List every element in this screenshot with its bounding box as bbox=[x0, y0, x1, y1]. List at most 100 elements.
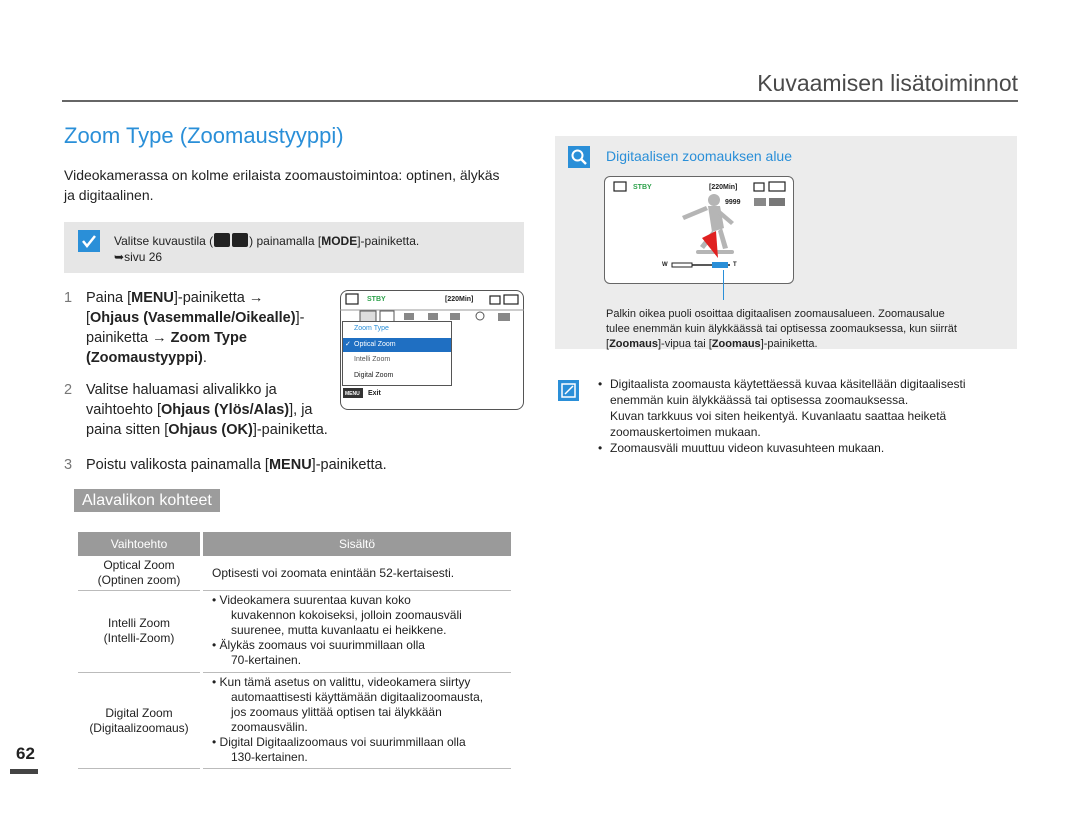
note-item: Zoomausväli muuttuu videon kuvasuhteen m… bbox=[598, 440, 1018, 456]
text: ], ja bbox=[289, 402, 313, 418]
option-name: Digital Zoom bbox=[105, 706, 173, 720]
content-line: • Kun tämä asetus on valittu, videokamer… bbox=[212, 675, 471, 689]
submenu-item-digital-zoom[interactable]: Digital Zoom bbox=[343, 369, 451, 383]
text: vaihtoehto [ bbox=[86, 402, 161, 418]
text: ]-painiketta → bbox=[173, 290, 264, 306]
chapter-title: Kuvaamisen lisätoiminnot bbox=[757, 70, 1018, 96]
table-header-option: Vaihtoehto bbox=[78, 532, 200, 556]
mode-button-label: MODE bbox=[321, 234, 358, 248]
memo-icon bbox=[558, 380, 579, 401]
page-number-bar bbox=[10, 769, 38, 774]
submenu-item-optical-zoom[interactable]: ✓ Optical Zoom bbox=[343, 338, 451, 352]
callout-line bbox=[723, 270, 724, 300]
notes-list: Digitaalista zoomausta käytettäessä kuva… bbox=[598, 376, 1018, 456]
caption-line-2: tulee enemmän kuin älykkäässä tai optise… bbox=[606, 322, 1006, 352]
step-2-line-1: Valitse haluamasi alivalikko ja bbox=[86, 382, 277, 398]
text: paina sitten [ bbox=[86, 422, 169, 438]
content-line: kuvakennon kokoiseksi, jolloin zoomausvä… bbox=[231, 608, 462, 622]
zoom-type-fi-label: (Zoomaustyyppi) bbox=[86, 350, 203, 366]
content-line: jos zoomaus ylittää optisen tai älykkään bbox=[231, 705, 442, 719]
remaining-time: [220Min] bbox=[445, 296, 474, 303]
page-reference: sivu 26 bbox=[124, 250, 163, 264]
zoom-wide-label: W bbox=[662, 262, 668, 268]
photo-mode-icon bbox=[232, 233, 249, 247]
checkbox-icon bbox=[78, 230, 100, 252]
step-3: 3 Poistu valikosta painamalla [MENU]-pai… bbox=[64, 455, 464, 475]
text: Paina [ bbox=[86, 290, 132, 306]
table-divider bbox=[78, 768, 511, 769]
step-1-line-1: Paina [MENU]-painiketta → bbox=[86, 288, 263, 308]
step-2: 2 Valitse haluamasi alivalikko ja vaihto… bbox=[64, 380, 364, 440]
table-row-content: • Kun tämä asetus on valittu, videokamer… bbox=[212, 675, 510, 765]
text: ]-painiketta. bbox=[760, 338, 818, 350]
standby-status: STBY bbox=[367, 296, 386, 303]
page-ref-arrow-icon: ➥ bbox=[114, 250, 125, 264]
lcd-preview: STBY [220Min] 9999 W T bbox=[604, 176, 794, 284]
text: ]-painiketta. bbox=[311, 457, 387, 473]
text: ]- bbox=[295, 310, 305, 326]
text: . bbox=[202, 350, 207, 366]
control-label: Ohjaus (Vasemmalle/Oikealle) bbox=[90, 310, 296, 326]
table-row-option: Optical Zoom (Optinen zoom) bbox=[78, 558, 200, 588]
submenu-item-intelli-zoom[interactable]: Intelli Zoom bbox=[343, 353, 451, 367]
content-line: zoomausvälin. bbox=[231, 720, 308, 734]
table-divider bbox=[78, 672, 511, 673]
content-line: 70-kertainen. bbox=[231, 653, 302, 667]
step-number: 2 bbox=[64, 382, 73, 398]
text: painiketta → bbox=[86, 330, 171, 346]
step-1-line-4: (Zoomaustyyppi). bbox=[86, 348, 207, 368]
video-mode-icon bbox=[214, 233, 231, 247]
note-suffix: ]-painiketta. bbox=[357, 234, 420, 248]
selected-check-icon: ✓ bbox=[345, 341, 351, 348]
content-line: 130-kertainen. bbox=[231, 750, 308, 764]
magnifier-icon bbox=[568, 146, 590, 168]
content-line: • Älykäs zoomaus voi suurimmillaan olla bbox=[212, 638, 425, 652]
option-name: Optical Zoom bbox=[103, 558, 175, 572]
content-line: suurenee, mutta kuvanlaatu ei heikkene. bbox=[231, 623, 447, 637]
exit-label: Exit bbox=[368, 390, 381, 397]
subsection-title: Alavalikon kohteet bbox=[74, 489, 220, 512]
standby-status: STBY bbox=[633, 184, 652, 191]
table-divider bbox=[78, 590, 511, 591]
menu-label: MENU bbox=[131, 290, 174, 306]
zoom-type-label: Zoom Type bbox=[170, 330, 247, 346]
zoom-lever-label: Zoomaus bbox=[609, 338, 658, 350]
note-mid: ) painamalla [ bbox=[249, 234, 322, 248]
note-item: Digitaalista zoomausta käytettäessä kuva… bbox=[598, 376, 1018, 408]
step-1-line-3: painiketta → Zoom Type bbox=[86, 328, 247, 348]
option-name-fi: (Optinen zoom) bbox=[97, 573, 181, 587]
step-3-line-1: Poistu valikosta painamalla [MENU]-paini… bbox=[86, 455, 387, 475]
zoom-type-submenu: Zoom Type ✓ Optical Zoom Intelli Zoom Dig… bbox=[342, 321, 452, 386]
caption-line-1: Palkin oikea puoli osoittaa digitaalisen… bbox=[606, 308, 945, 320]
page-number: 62 bbox=[16, 744, 35, 763]
table-row-content: • Videokamera suurentaa kuvan koko kuvak… bbox=[212, 593, 510, 668]
step-1-line-2: [Ohjaus (Vasemmalle/Oikealle)]- bbox=[86, 308, 304, 328]
note-item: Kuvan tarkkuus voi siten heikentyä. Kuva… bbox=[610, 409, 947, 439]
menu-button-icon: MENU bbox=[345, 391, 360, 397]
table-row-content: Optisesti voi zoomata enintään 52-kertai… bbox=[212, 566, 455, 580]
control-label: Ohjaus (OK) bbox=[168, 422, 253, 438]
prerequisite-note: Valitse kuvaustila ( ) painamalla [MODE]-… bbox=[114, 233, 514, 265]
step-number: 1 bbox=[64, 290, 73, 306]
intro-text: Videokamerassa on kolme erilaista zoomau… bbox=[64, 167, 500, 203]
step-1: 1 Paina [MENU]-painiketta → [Ohjaus (Vas… bbox=[64, 288, 344, 368]
menu-label: MENU bbox=[268, 457, 312, 473]
step-2-line-2: vaihtoehto [Ohjaus (Ylös/Alas)], ja bbox=[86, 400, 312, 420]
text: ]-vipua tai [ bbox=[657, 338, 712, 350]
note-prefix: Valitse kuvaustila ( bbox=[114, 234, 214, 248]
panel-caption: Palkin oikea puoli osoittaa digitaalisen… bbox=[606, 307, 1006, 352]
submenu-title: Zoom Type bbox=[354, 325, 389, 332]
section-title: Zoom Type (Zoomaustyyppi) bbox=[64, 123, 344, 148]
panel-title: Digitaalisen zoomauksen alue bbox=[606, 148, 792, 164]
table-row-option: Digital Zoom (Digitaalizoomaus) bbox=[78, 706, 200, 736]
table-header-content: Sisältö bbox=[203, 532, 511, 556]
content-line: • Videokamera suurentaa kuvan koko bbox=[212, 593, 411, 607]
text: Poistu valikosta painamalla [ bbox=[86, 457, 269, 473]
content-line: automaattisesti käyttämään digitaalizoom… bbox=[231, 690, 484, 704]
content-line: • Digital Digitaalizoomaus voi suurimmil… bbox=[212, 735, 466, 749]
option-name-fi: (Intelli-Zoom) bbox=[103, 631, 175, 645]
zoom-button-label: Zoomaus bbox=[711, 338, 761, 350]
zoom-tele-label: T bbox=[733, 262, 737, 268]
step-2-line-3: paina sitten [Ohjaus (OK)]-painiketta. bbox=[86, 420, 328, 440]
shot-count: 9999 bbox=[725, 199, 741, 206]
